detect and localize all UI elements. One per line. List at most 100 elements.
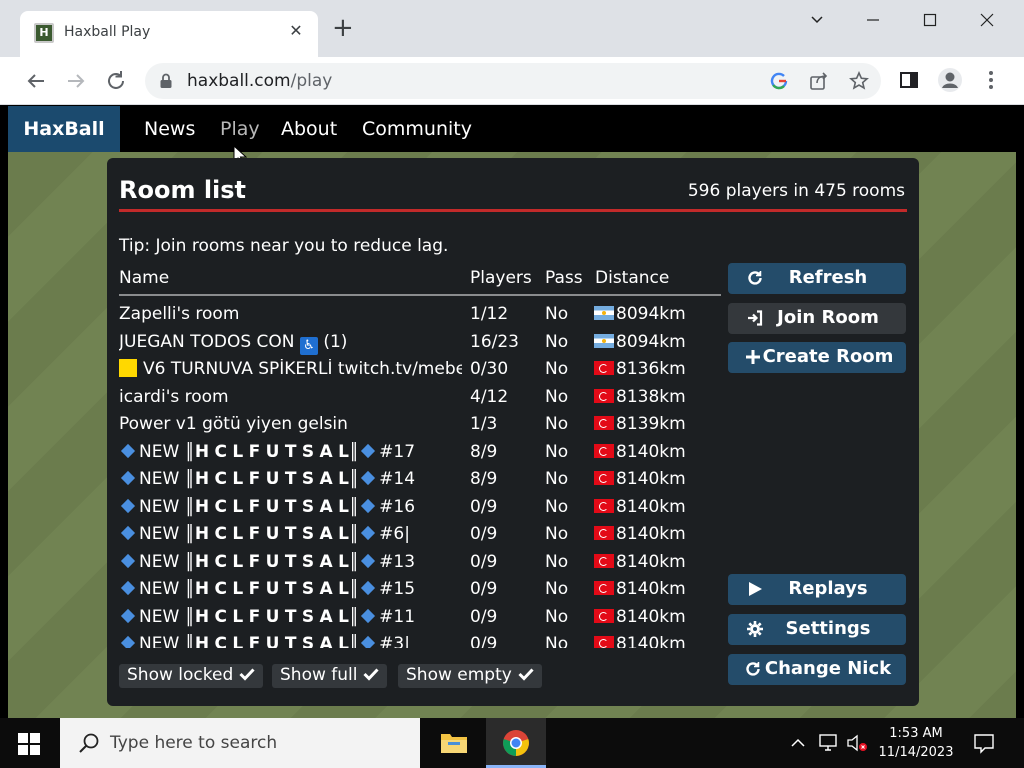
taskbar-search-box[interactable]: Type here to search: [60, 718, 420, 768]
room-row[interactable]: NEW ║𝗛 𝗖 𝗟 𝗙 𝗨 𝗧 𝗦 𝗔 𝗟║ #16 0/9 No 8140km: [119, 495, 721, 522]
room-row[interactable]: NEW ║𝗛 𝗖 𝗟 𝗙 𝗨 𝗧 𝗦 𝗔 𝗟║ #3| 0/9 No 8140km: [119, 632, 721, 648]
show-locked-toggle[interactable]: Show locked: [119, 664, 264, 688]
chevron-up-icon[interactable]: [790, 736, 806, 750]
nav-about[interactable]: About: [281, 106, 337, 152]
forward-arrow-icon[interactable]: [62, 67, 90, 95]
room-players: 1/12: [470, 304, 509, 324]
room-name: NEW ║𝗛 𝗖 𝗟 𝗙 𝗨 𝗧 𝗦 𝗔 𝗟║ #13: [119, 552, 462, 572]
back-arrow-icon[interactable]: [22, 67, 50, 95]
room-players: 0/9: [470, 524, 498, 544]
new-tab-plus-icon[interactable]: +: [332, 15, 354, 41]
room-distance: 8140km: [594, 469, 686, 489]
room-pass: No: [545, 634, 569, 648]
room-distance: 8138km: [594, 387, 686, 407]
room-distance: 8140km: [594, 579, 686, 599]
room-row[interactable]: NEW ║𝗛 𝗖 𝗟 𝗙 𝗨 𝗧 𝗦 𝗔 𝗟║ #14 8/9 No 8140km: [119, 467, 721, 494]
blue-diamond-icon: [361, 525, 376, 541]
room-row[interactable]: V6 TURNUVA SPİKERLİ twitch.tv/mebed 0/30 N…: [119, 357, 721, 384]
browser-title-bar: H Haxball Play ✕ +: [0, 0, 1024, 57]
room-table[interactable]: Zapelli's room 1/12 No 8094km JUEGAN TODOS C…: [119, 302, 721, 648]
site-navbar: HaxBall News Play About Community: [8, 106, 1016, 152]
room-row[interactable]: icardi's room 4/12 No 8138km: [119, 385, 721, 412]
turkey-flag-icon: [594, 526, 614, 540]
google-lens-icon[interactable]: [769, 71, 789, 91]
tab-search-chevron-icon[interactable]: [794, 6, 840, 36]
turkey-flag-icon: [594, 636, 614, 648]
blue-diamond-icon: [361, 580, 376, 596]
checkmark-icon: [518, 668, 534, 681]
blue-diamond-icon: [120, 525, 136, 541]
reload-icon[interactable]: [102, 67, 130, 95]
share-icon[interactable]: [809, 71, 829, 91]
room-row[interactable]: JUEGAN TODOS CON ♿ (1) 16/23 No 8094km: [119, 330, 721, 357]
room-row[interactable]: Zapelli's room 1/12 No 8094km: [119, 302, 721, 329]
turkey-flag-icon: [594, 498, 614, 513]
url-text[interactable]: haxball.com/play: [187, 71, 332, 91]
room-name: JUEGAN TODOS CON ♿ (1): [119, 331, 348, 355]
windows-start-icon[interactable]: [18, 733, 40, 755]
header-divider: [119, 294, 721, 296]
turkey-flag-icon: [594, 361, 614, 375]
maximize-icon[interactable]: [907, 6, 953, 36]
room-row[interactable]: NEW ║𝗛 𝗖 𝗟 𝗙 𝗨 𝗧 𝗦 𝗔 𝗟║ #6| 0/9 No 8140km: [119, 522, 721, 549]
column-header-distance[interactable]: Distance: [595, 268, 669, 288]
bookmark-star-icon[interactable]: [849, 71, 869, 91]
lag-tip: Tip: Join rooms near you to reduce lag.: [119, 236, 449, 256]
room-pass: No: [545, 469, 569, 489]
room-row[interactable]: NEW ║𝗛 𝗖 𝗟 𝗙 𝗨 𝗧 𝗦 𝗔 𝗟║ #15 0/9 No 8140km: [119, 577, 721, 604]
browser-tab[interactable]: H Haxball Play ✕: [20, 11, 318, 57]
haxball-logo[interactable]: HaxBall: [8, 106, 120, 152]
blue-diamond-icon: [120, 553, 136, 568]
address-bar[interactable]: haxball.com/play: [145, 63, 881, 99]
room-pass: No: [545, 524, 569, 544]
room-name: V6 TURNUVA SPİKERLİ twitch.tv/mebed: [119, 359, 462, 379]
blue-diamond-icon: [120, 443, 136, 458]
argentina-flag-icon: [594, 306, 614, 320]
lock-icon[interactable]: [159, 73, 173, 89]
side-panel-icon[interactable]: [898, 69, 920, 91]
join-room-button[interactable]: Join Room: [728, 303, 906, 334]
room-row[interactable]: NEW ║𝗛 𝗖 𝗟 𝗙 𝗨 𝗧 𝗦 𝗔 𝗟║ #11 0/9 No 8140km: [119, 605, 721, 632]
profile-avatar-icon[interactable]: [937, 67, 963, 93]
kebab-menu-icon[interactable]: [980, 69, 1002, 91]
turkey-flag-icon: [594, 581, 614, 595]
room-pass: No: [545, 414, 569, 434]
column-header-players[interactable]: Players: [470, 268, 532, 288]
show-full-toggle[interactable]: Show full: [272, 664, 388, 688]
clock-date: 11/14/2023: [878, 745, 954, 760]
room-row[interactable]: NEW ║𝗛 𝗖 𝗟 𝗙 𝗨 𝗧 𝗦 𝗔 𝗟║ #13 0/9 No 8140km: [119, 550, 721, 577]
room-name: NEW ║𝗛 𝗖 𝗟 𝗙 𝗨 𝗧 𝗦 𝗔 𝗟║ #16: [119, 497, 462, 517]
room-distance: 8140km: [594, 634, 686, 648]
nav-community[interactable]: Community: [362, 106, 472, 152]
change-nick-button[interactable]: Change Nick: [728, 654, 906, 685]
close-window-icon[interactable]: [964, 6, 1010, 36]
tab-close-icon[interactable]: ✕: [286, 21, 306, 40]
chrome-icon: [503, 730, 529, 756]
replays-button[interactable]: Replays: [728, 574, 906, 605]
room-pass: No: [545, 441, 569, 462]
chrome-taskbar-button[interactable]: [486, 718, 546, 768]
room-name: Zapelli's room: [119, 304, 240, 324]
room-distance: 8140km: [594, 607, 686, 627]
blue-diamond-icon: [361, 498, 376, 513]
yellow-square-icon: [119, 359, 137, 377]
column-header-pass[interactable]: Pass: [545, 268, 583, 288]
settings-button[interactable]: Settings: [728, 614, 906, 645]
room-row[interactable]: NEW ║𝗛 𝗖 𝗟 𝗙 𝗨 𝗧 𝗦 𝗔 𝗟║ #17 8/9 No 8140km: [119, 440, 721, 467]
minimize-icon[interactable]: [850, 6, 896, 36]
network-icon[interactable]: [818, 733, 840, 753]
room-distance: 8140km: [594, 524, 686, 544]
create-room-button[interactable]: Create Room: [728, 342, 906, 373]
refresh-button[interactable]: Refresh: [728, 263, 906, 294]
show-empty-toggle[interactable]: Show empty: [398, 664, 542, 688]
volume-muted-icon[interactable]: [846, 733, 870, 753]
file-explorer-taskbar-button[interactable]: [424, 718, 484, 768]
room-name: NEW ║𝗛 𝗖 𝗟 𝗙 𝗨 𝗧 𝗦 𝗔 𝗟║ #3|: [119, 634, 462, 648]
room-row[interactable]: Power v1 götü yiyen gelsin 1/3 No 8139km: [119, 412, 721, 439]
column-header-name[interactable]: Name: [119, 268, 169, 288]
nav-news[interactable]: News: [144, 106, 195, 152]
turkey-flag-icon: [594, 443, 614, 458]
system-clock[interactable]: 1:53 AM 11/14/2023: [872, 724, 960, 762]
notifications-icon[interactable]: [973, 732, 995, 754]
room-pass: No: [545, 496, 569, 517]
